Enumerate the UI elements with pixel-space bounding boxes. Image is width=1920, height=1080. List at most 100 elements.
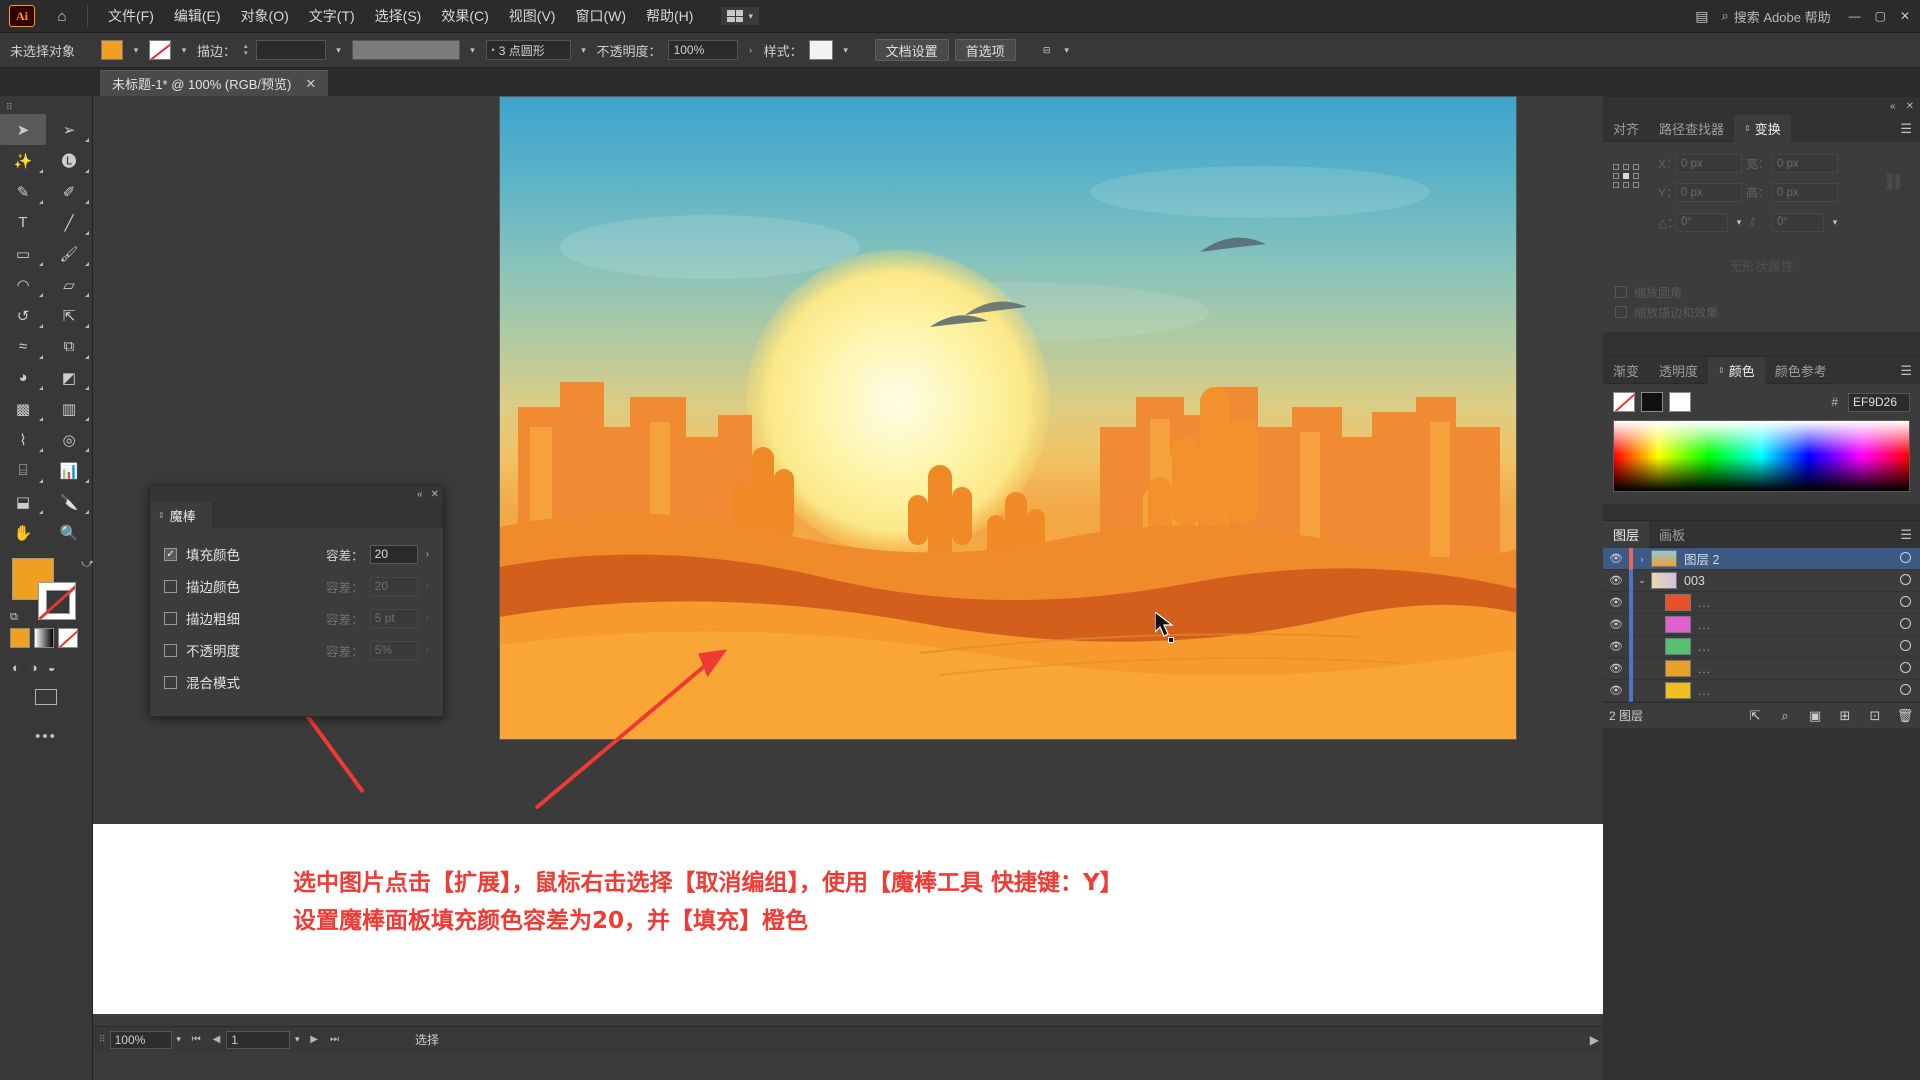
collapse-icon[interactable]: « bbox=[417, 489, 423, 500]
maximize-icon[interactable]: ▢ bbox=[1875, 9, 1886, 23]
document-setup-button[interactable]: 文档设置 bbox=[874, 39, 949, 61]
hand-tool[interactable]: ✋ bbox=[0, 517, 46, 548]
table-row[interactable]: 👁 ... bbox=[1603, 613, 1920, 636]
panel-menu-icon[interactable]: ☰ bbox=[1900, 521, 1920, 548]
reference-point-selector[interactable] bbox=[1613, 164, 1640, 188]
eraser-tool[interactable]: ▱ bbox=[46, 269, 92, 300]
transform-panel-head[interactable]: « ✕ bbox=[1603, 97, 1920, 115]
color-spectrum-strip[interactable] bbox=[1613, 420, 1910, 492]
zoom-tool[interactable]: 🔍 bbox=[46, 517, 92, 548]
create-new-layer-icon[interactable]: ⊡ bbox=[1860, 708, 1890, 724]
zoom-level-field[interactable]: 100% bbox=[109, 1030, 172, 1049]
target-indicator[interactable] bbox=[1890, 661, 1920, 676]
zoom-chevron-down-icon[interactable]: ▾ bbox=[172, 1030, 186, 1050]
tab-gradient[interactable]: 渐变 bbox=[1603, 357, 1650, 384]
opacity-expand-icon[interactable]: › bbox=[744, 40, 758, 60]
slice-tool[interactable]: 🔪 bbox=[46, 486, 92, 517]
target-indicator[interactable] bbox=[1890, 595, 1920, 610]
type-tool[interactable]: T bbox=[0, 207, 46, 238]
edit-toolbar-icon[interactable]: ••• bbox=[0, 728, 92, 745]
visibility-eye-icon[interactable]: 👁 bbox=[1603, 662, 1629, 675]
window-controls[interactable]: — ▢ ✕ bbox=[1849, 9, 1910, 23]
gradient-tool[interactable]: ▥ bbox=[46, 393, 92, 424]
gradient-button[interactable] bbox=[34, 628, 54, 648]
table-row[interactable]: 👁 › 图层 2 bbox=[1603, 547, 1920, 570]
panel-menu-icon[interactable]: ☰ bbox=[1900, 115, 1920, 142]
scale-corners-checkbox[interactable] bbox=[1615, 286, 1627, 298]
y-field[interactable]: 0 px bbox=[1676, 183, 1742, 202]
line-segment-tool[interactable]: ╱ bbox=[46, 207, 92, 238]
none-button[interactable] bbox=[58, 628, 78, 648]
constrain-proportions-icon[interactable]: ⛓ bbox=[1884, 172, 1904, 192]
variable-width-profile-field[interactable] bbox=[351, 40, 460, 60]
blending-mode-checkbox[interactable]: ✓ bbox=[164, 675, 177, 689]
tab-transform[interactable]: ⇕ 变换 bbox=[1734, 115, 1791, 142]
width-profile-chevron-down-icon[interactable]: ▾ bbox=[466, 40, 480, 60]
expand-chevron-icon[interactable]: › bbox=[1633, 554, 1651, 564]
fill-chevron-down-icon[interactable]: ▾ bbox=[129, 40, 143, 60]
draw-normal-icon[interactable]: ◐ bbox=[12, 660, 20, 675]
target-indicator[interactable] bbox=[1890, 573, 1920, 588]
tab-pathfinder[interactable]: 路径查找器 bbox=[1649, 115, 1735, 142]
expand-chevron-icon[interactable]: ⌄ bbox=[1633, 575, 1651, 586]
stroke-weight-checkbox[interactable]: ✓ bbox=[164, 611, 177, 625]
scale-strokes-row[interactable]: 缩放描边和效果 bbox=[1615, 302, 1908, 322]
artboard-nav-next[interactable]: ▶ bbox=[304, 1034, 324, 1045]
angle-field[interactable]: 0° bbox=[1676, 212, 1728, 232]
artboard-nav-last[interactable]: ⏭ bbox=[324, 1034, 345, 1045]
perspective-grid-tool[interactable]: ◩ bbox=[46, 362, 92, 393]
layer-name[interactable]: ... bbox=[1698, 618, 1890, 632]
wand-row-blending-mode[interactable]: ✓ 混合模式 bbox=[164, 666, 429, 698]
close-icon[interactable]: ✕ bbox=[305, 76, 316, 92]
selection-tool[interactable]: ➤ bbox=[0, 114, 46, 145]
brush-definition-field[interactable]: • 3 点圆形 bbox=[485, 40, 571, 60]
stroke-weight-field[interactable] bbox=[255, 40, 326, 60]
collapse-icon[interactable]: « bbox=[1890, 101, 1896, 112]
wand-row-stroke-weight[interactable]: ✓ 描边粗细 容差： 5 pt › bbox=[164, 602, 429, 634]
statusbar-grip-icon[interactable]: ⠿ bbox=[99, 1034, 110, 1045]
weight-tolerance-expand-icon[interactable]: › bbox=[424, 613, 429, 624]
height-field[interactable]: 0 px bbox=[1772, 183, 1838, 202]
blend-tool[interactable]: ◎ bbox=[46, 424, 92, 455]
table-row[interactable]: 👁 ... bbox=[1603, 679, 1920, 702]
release-to-layers-icon[interactable]: ⇱ bbox=[1740, 708, 1770, 724]
locate-object-icon[interactable]: ⌕ bbox=[1770, 708, 1800, 724]
toolbar-drag-handle[interactable]: ⠿ bbox=[0, 102, 92, 114]
search-adobe-help[interactable]: ⌕ 搜索 Adobe 帮助 bbox=[1721, 7, 1830, 26]
symbol-sprayer-tool[interactable]: ⌸ bbox=[0, 455, 46, 486]
table-row[interactable]: 👁 ... bbox=[1603, 657, 1920, 680]
rectangle-tool[interactable]: ▭ bbox=[0, 238, 46, 269]
align-chevron-down-icon[interactable]: ▾ bbox=[1060, 40, 1074, 60]
artboard-chevron-down-icon[interactable]: ▾ bbox=[290, 1030, 304, 1050]
opacity-tolerance-input[interactable]: 5% bbox=[369, 640, 418, 660]
layer-name[interactable]: ... bbox=[1698, 662, 1890, 676]
stroke-weight-stepper[interactable]: ▴ ▾ bbox=[242, 43, 250, 57]
arrange-documents-icon[interactable]: ▤ bbox=[1690, 6, 1713, 27]
paintbrush-tool[interactable]: 🖌 bbox=[46, 238, 92, 269]
stroke-color-swatch[interactable] bbox=[149, 40, 172, 60]
wand-row-fill-color[interactable]: ✓ 填充颜色 容差： 20 › bbox=[164, 538, 429, 570]
visibility-eye-icon[interactable]: 👁 bbox=[1603, 618, 1629, 631]
document-tab[interactable]: 未标题-1* @ 100% (RGB/预览) ✕ bbox=[100, 70, 329, 96]
tab-magic-wand[interactable]: ⇕ 魔棒 bbox=[150, 502, 212, 528]
x-field[interactable]: 0 px bbox=[1676, 154, 1742, 173]
style-chevron-down-icon[interactable]: ▾ bbox=[839, 40, 853, 60]
table-row[interactable]: 👁 ... bbox=[1603, 591, 1920, 614]
fill-color-checkbox[interactable]: ✓ bbox=[164, 547, 177, 561]
artboard-artwork[interactable] bbox=[499, 96, 1517, 740]
visibility-eye-icon[interactable]: 👁 bbox=[1603, 552, 1629, 565]
visibility-eye-icon[interactable]: 👁 bbox=[1603, 574, 1629, 587]
mesh-tool[interactable]: ▩ bbox=[0, 393, 46, 424]
tab-color-guide[interactable]: 颜色参考 bbox=[1764, 357, 1837, 384]
none-swatch[interactable] bbox=[1613, 392, 1635, 412]
tab-align[interactable]: 对齐 bbox=[1603, 115, 1650, 142]
stroke-weight-chevron-down-icon[interactable]: ▾ bbox=[332, 40, 346, 60]
menu-help[interactable]: 帮助(H) bbox=[636, 2, 703, 30]
make-clipping-mask-icon[interactable]: ▣ bbox=[1800, 708, 1830, 724]
target-indicator[interactable] bbox=[1890, 683, 1920, 698]
fill-tolerance-input[interactable]: 20 bbox=[369, 544, 418, 564]
visibility-eye-icon[interactable]: 👁 bbox=[1603, 684, 1629, 697]
black-swatch[interactable] bbox=[1641, 392, 1663, 412]
scale-corners-row[interactable]: 缩放圆角 bbox=[1615, 282, 1908, 302]
scale-strokes-checkbox[interactable] bbox=[1615, 306, 1627, 318]
